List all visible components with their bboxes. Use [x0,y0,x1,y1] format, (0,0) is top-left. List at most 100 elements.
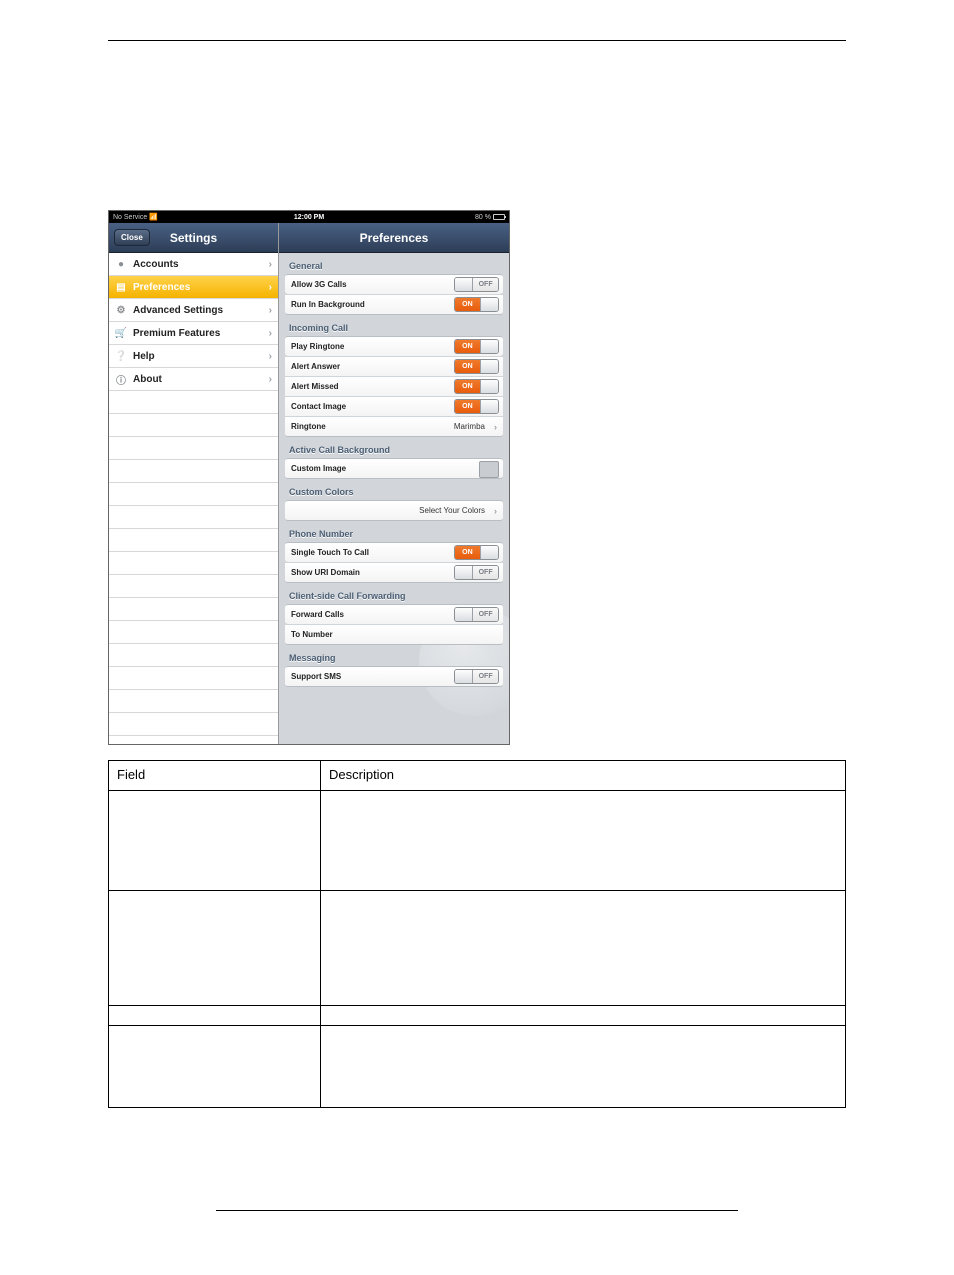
row-custom-image[interactable]: Custom Image [285,458,503,479]
chevron-right-icon: › [494,506,497,516]
chevron-right-icon: › [269,328,272,339]
sidebar-blank-row [109,437,278,460]
battery-pct: 80 % [475,214,491,221]
sidebar-item-label: Preferences [133,282,190,293]
row-select-colors[interactable]: Select Your Colors › [285,500,503,521]
page-rule-bottom [216,1210,738,1211]
info-icon: ⓘ [115,373,127,385]
sidebar-blank-row [109,552,278,575]
row-support-sms[interactable]: Support SMS OFF [285,666,503,687]
row-label: Show URI Domain [291,568,360,577]
sliders-icon: ▤ [115,281,127,293]
table-row [109,891,846,1006]
toggle-single-touch[interactable]: ON [454,545,499,560]
row-label: Run In Background [291,300,365,309]
row-label: Support SMS [291,672,341,681]
sidebar-blank-row [109,575,278,598]
section-header-general: General [279,253,509,274]
table-row [109,1026,846,1108]
toggle-run-in-background[interactable]: ON [454,297,499,312]
section-header-active-bg: Active Call Background [279,437,509,458]
row-play-ringtone[interactable]: Play Ringtone ON [285,336,503,357]
row-alert-missed[interactable]: Alert Missed ON [285,376,503,397]
sidebar-blank-row [109,506,278,529]
row-run-in-background[interactable]: Run In Background ON [285,294,503,315]
sidebar-item-advanced[interactable]: ⚙ Advanced Settings › [109,299,278,322]
sidebar-blank-row [109,460,278,483]
sidebar-blank-row [109,391,278,414]
preferences-header: Preferences [279,223,509,253]
toggle-show-uri[interactable]: OFF [454,565,499,580]
question-icon: ❔ [115,350,127,362]
row-alert-answer[interactable]: Alert Answer ON [285,356,503,377]
toggle-support-sms[interactable]: OFF [454,669,499,684]
sidebar-blank-row [109,483,278,506]
table-cell [321,1006,846,1026]
chevron-right-icon: › [269,305,272,316]
cart-icon: 🛒 [115,327,127,339]
ringtone-value: Marimba [454,422,485,431]
row-label: Ringtone [291,422,326,431]
toggle-alert-answer[interactable]: ON [454,359,499,374]
table-cell [321,891,846,1006]
toggle-alert-missed[interactable]: ON [454,379,499,394]
section-header-incoming: Incoming Call [279,315,509,336]
row-single-touch[interactable]: Single Touch To Call ON [285,542,503,563]
table-cell: Field [109,761,321,791]
table-cell: Description [321,761,846,791]
table-cell [321,791,846,891]
table-row [109,791,846,891]
row-show-uri-domain[interactable]: Show URI Domain OFF [285,562,503,583]
sidebar-blank-row [109,690,278,713]
toggle-contact-image[interactable]: ON [454,399,499,414]
row-label: Single Touch To Call [291,548,369,557]
row-label: Contact Image [291,402,346,411]
table-cell [109,1026,321,1108]
sidebar-item-help[interactable]: ❔ Help › [109,345,278,368]
field-description-table: Field Description [108,760,846,1108]
status-bar: No Service 📶 12:00 PM 80 % [109,211,509,223]
row-label: Forward Calls [291,610,344,619]
row-label: Alert Missed [291,382,339,391]
sidebar-item-label: About [133,374,162,385]
page-rule-top [108,40,846,41]
user-icon: ● [115,258,127,270]
sidebar-header: Close Settings [109,223,278,253]
chevron-right-icon: › [269,351,272,362]
close-button[interactable]: Close [114,229,150,246]
row-to-number[interactable]: To Number [285,624,503,645]
sidebar-item-about[interactable]: ⓘ About › [109,368,278,391]
row-contact-image[interactable]: Contact Image ON [285,396,503,417]
sidebar-blank-row [109,414,278,437]
table-cell [321,1026,846,1108]
sidebar-blank-row [109,529,278,552]
table-cell [109,1006,321,1026]
gears-icon: ⚙ [115,304,127,316]
settings-screenshot: No Service 📶 12:00 PM 80 % Close Setting… [108,210,510,745]
sidebar-item-accounts[interactable]: ● Accounts › [109,253,278,276]
sidebar-item-label: Accounts [133,259,179,270]
toggle-allow-3g[interactable]: OFF [454,277,499,292]
sidebar-item-premium[interactable]: 🛒 Premium Features › [109,322,278,345]
carrier-text: No Service 📶 [113,213,158,221]
custom-image-thumb[interactable] [479,461,499,478]
row-forward-calls[interactable]: Forward Calls OFF [285,604,503,625]
toggle-forward-calls[interactable]: OFF [454,607,499,622]
row-ringtone[interactable]: Ringtone Marimba › [285,416,503,437]
row-allow-3g-calls[interactable]: Allow 3G Calls OFF [285,274,503,295]
sidebar-blank-row [109,598,278,621]
section-header-phone: Phone Number [279,521,509,542]
sidebar-item-preferences[interactable]: ▤ Preferences › [109,276,278,299]
status-right: 80 % [475,214,505,221]
preferences-pane: Preferences General Allow 3G Calls OFF R… [279,223,509,744]
battery-icon [493,214,505,220]
chevron-right-icon: › [494,422,497,432]
wifi-icon: 📶 [149,214,158,221]
table-row [109,1006,846,1026]
toggle-play-ringtone[interactable]: ON [454,339,499,354]
sidebar-blank-row [109,621,278,644]
table-row: Field Description [109,761,846,791]
row-label: To Number [291,630,333,639]
chevron-right-icon: › [269,282,272,293]
sidebar-blank-row [109,644,278,667]
